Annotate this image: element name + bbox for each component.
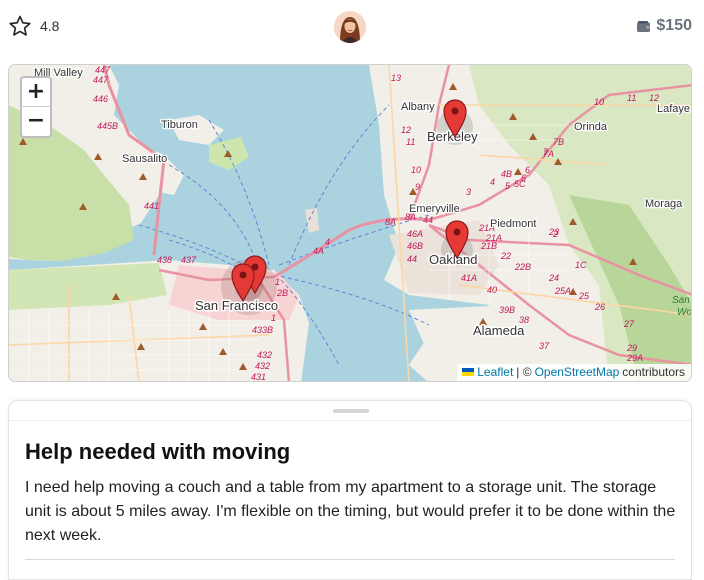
- svg-text:11: 11: [406, 137, 415, 147]
- svg-text:25A: 25A: [554, 286, 571, 296]
- svg-text:13: 13: [391, 73, 401, 83]
- map-attribution: Leaflet | © OpenStreetMap contributors: [457, 364, 691, 381]
- task-sheet: Help needed with moving I need help movi…: [8, 400, 692, 580]
- svg-text:12: 12: [649, 93, 659, 103]
- zoom-in-button[interactable]: +: [22, 78, 50, 107]
- svg-text:1C: 1C: [575, 260, 587, 270]
- svg-text:46A: 46A: [407, 229, 423, 239]
- leaflet-link[interactable]: Leaflet: [477, 365, 513, 379]
- svg-text:8A: 8A: [385, 217, 396, 227]
- svg-text:46B: 46B: [407, 241, 423, 251]
- svg-text:Lafaye: Lafaye: [657, 103, 690, 115]
- svg-text:44: 44: [423, 215, 433, 225]
- svg-text:447: 447: [95, 65, 111, 75]
- rating[interactable]: 4.8: [8, 14, 59, 38]
- svg-text:6: 6: [521, 173, 526, 183]
- attribution-contributors: contributors: [622, 365, 685, 379]
- svg-text:4B: 4B: [501, 169, 512, 179]
- svg-text:22B: 22B: [514, 262, 531, 272]
- svg-text:4: 4: [490, 177, 495, 187]
- label-alameda: Alameda: [473, 323, 525, 338]
- svg-text:29A: 29A: [626, 353, 643, 363]
- svg-text:25: 25: [578, 291, 590, 301]
- svg-text:Moraga: Moraga: [645, 198, 683, 210]
- svg-text:29: 29: [626, 343, 637, 353]
- svg-text:2: 2: [552, 229, 558, 239]
- svg-text:Orinda: Orinda: [574, 121, 608, 133]
- svg-text:10: 10: [411, 165, 421, 175]
- divider: [25, 559, 675, 560]
- wallet-icon: [637, 20, 651, 32]
- svg-text:37: 37: [539, 341, 550, 351]
- drag-handle[interactable]: [333, 409, 369, 413]
- svg-text:24: 24: [548, 273, 559, 283]
- svg-text:Emeryville: Emeryville: [409, 203, 460, 215]
- svg-text:11: 11: [627, 93, 636, 103]
- svg-text:10: 10: [594, 97, 604, 107]
- svg-text:Tiburon: Tiburon: [161, 119, 198, 131]
- star-icon: [9, 15, 31, 36]
- svg-text:12: 12: [401, 125, 411, 135]
- svg-text:431: 431: [251, 372, 266, 382]
- openstreetmap-link[interactable]: OpenStreetMap: [535, 365, 620, 379]
- ukraine-flag-icon: [462, 368, 475, 376]
- attribution-separator: | ©: [516, 365, 532, 379]
- svg-text:441: 441: [144, 201, 159, 211]
- balance[interactable]: $150: [637, 17, 692, 35]
- sheet-divider: [9, 420, 691, 421]
- svg-text:2B: 2B: [276, 288, 288, 298]
- zoom-out-button[interactable]: −: [22, 107, 50, 136]
- svg-text:445B: 445B: [97, 121, 118, 131]
- svg-text:39B: 39B: [499, 305, 515, 315]
- label-berkeley: Berkeley: [427, 129, 478, 144]
- svg-text:Wo: Wo: [677, 307, 692, 318]
- task-description: I need help moving a couch and a table f…: [25, 479, 676, 544]
- balance-amount: $150: [656, 17, 692, 34]
- svg-text:432: 432: [257, 350, 272, 360]
- svg-text:San: San: [672, 295, 690, 306]
- map[interactable]: 447 447 446 445B 441 438 437 4 4A 2B 1 4…: [8, 64, 692, 382]
- rating-value: 4.8: [40, 18, 60, 34]
- svg-text:9: 9: [415, 182, 420, 192]
- svg-text:Albany: Albany: [401, 101, 435, 113]
- svg-text:Sausalito: Sausalito: [122, 153, 167, 165]
- svg-text:433B: 433B: [252, 325, 273, 335]
- svg-text:Piedmont: Piedmont: [490, 218, 536, 230]
- map-tiles: 447 447 446 445B 441 438 437 4 4A 2B 1 4…: [9, 65, 692, 382]
- svg-text:22: 22: [500, 251, 511, 261]
- svg-text:21B: 21B: [480, 241, 497, 251]
- svg-text:437: 437: [181, 255, 197, 265]
- label-san-francisco: San Francisco: [195, 298, 278, 313]
- avatar-image: [334, 11, 366, 43]
- top-bar: 4.8 $150: [0, 0, 704, 56]
- svg-text:432: 432: [255, 361, 270, 371]
- svg-text:446: 446: [93, 94, 108, 104]
- svg-text:27: 27: [623, 319, 635, 329]
- zoom-control: + −: [20, 76, 52, 138]
- svg-text:4A: 4A: [313, 246, 324, 256]
- svg-text:44: 44: [407, 254, 417, 264]
- svg-text:7A: 7A: [543, 149, 554, 159]
- svg-text:40: 40: [487, 285, 497, 295]
- svg-text:447: 447: [93, 75, 109, 85]
- svg-text:41A: 41A: [461, 273, 477, 283]
- svg-text:4: 4: [325, 237, 330, 247]
- svg-text:438: 438: [157, 255, 172, 265]
- svg-text:7B: 7B: [553, 137, 564, 147]
- avatar[interactable]: [334, 11, 366, 43]
- svg-text:26: 26: [594, 302, 605, 312]
- task-title: Help needed with moving: [25, 439, 291, 464]
- svg-text:1: 1: [271, 313, 276, 323]
- label-oakland: Oakland: [429, 252, 477, 267]
- svg-text:3: 3: [466, 187, 471, 197]
- svg-text:1: 1: [275, 277, 280, 287]
